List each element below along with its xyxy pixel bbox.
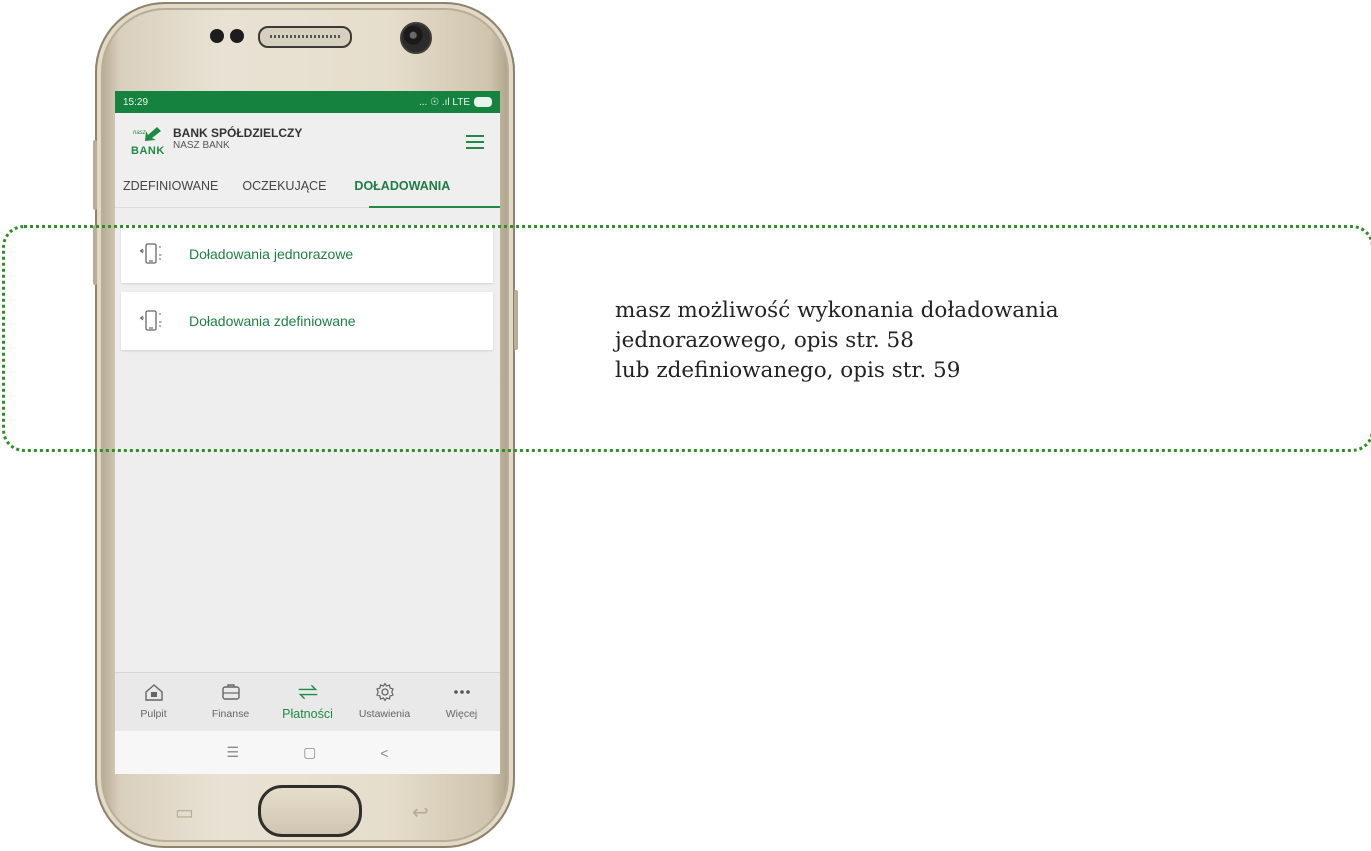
bank-subtitle: NASZ BANK [173, 140, 230, 151]
bank-logo: nasz BANK [131, 125, 171, 157]
earpiece-speaker [258, 26, 352, 48]
nav-finanse[interactable]: Finanse [192, 673, 269, 731]
nav-ustawienia[interactable]: Ustawienia [346, 673, 423, 731]
logo-small-text: nasz [133, 130, 146, 136]
app-header: nasz BANK BANK SPÓŁDZIELCZY NASZ BANK [115, 113, 500, 165]
caption-line-1: masz możliwość wykonania doładowania [615, 298, 1059, 323]
home-button[interactable] [258, 785, 362, 837]
nav-platnosci-label: Płatności [282, 707, 333, 721]
nav-finanse-label: Finanse [211, 708, 250, 720]
android-navigation-bar: ☰ ▢ < [115, 731, 500, 774]
active-tab-indicator [369, 206, 500, 208]
status-bar: 15:29 ... ☉ .ıl LTE [115, 91, 500, 113]
tab-oczekujace[interactable]: OCZEKUJĄCE [236, 179, 332, 193]
tab-doladowania[interactable]: DOŁADOWANIA [348, 179, 456, 193]
status-indicators: ... ☉ .ıl LTE [419, 97, 492, 108]
sensor-dot [230, 29, 244, 43]
nav-platnosci[interactable]: Płatności [269, 673, 346, 731]
caption-line-2: jednorazowego, opis str. 58 [615, 328, 914, 353]
nav-pulpit[interactable]: Pulpit [115, 673, 192, 731]
bottom-navigation: Pulpit Finanse Płatności Ustawienia Więc… [115, 672, 500, 731]
sensor-dot [210, 29, 224, 43]
nav-ustawienia-label: Ustawienia [358, 708, 411, 720]
gear-icon [375, 682, 394, 702]
nav-pulpit-label: Pulpit [140, 708, 167, 720]
front-camera [400, 22, 432, 54]
recents-icon[interactable]: ☰ [227, 744, 240, 761]
recent-apps-icon[interactable]: ▭ [175, 800, 194, 825]
bank-title: BANK SPÓŁDZIELCZY [173, 126, 303, 140]
callout-caption: masz możliwość wykonania doładowania jed… [615, 296, 1059, 386]
volume-button [93, 140, 97, 210]
nav-wiecej-label: Więcej [445, 708, 478, 720]
status-time: 15:29 [123, 96, 149, 108]
logo-word: BANK [131, 145, 165, 157]
transfer-arrows-icon [298, 684, 317, 700]
status-icons: ... ☉ .ıl LTE [418, 96, 470, 108]
wallet-icon [221, 684, 240, 700]
back-chevron-icon[interactable]: < [380, 745, 388, 761]
tab-zdefiniowane[interactable]: ZDEFINIOWANE [117, 179, 224, 193]
home-square-icon[interactable]: ▢ [303, 744, 316, 761]
caption-line-3: lub zdefiniowanego, opis str. 59 [615, 358, 961, 383]
nav-wiecej[interactable]: Więcej [423, 673, 500, 731]
hamburger-menu-icon[interactable] [466, 135, 484, 149]
more-icon [453, 690, 470, 694]
back-icon[interactable]: ↩ [412, 800, 429, 825]
home-icon [144, 684, 163, 701]
payments-tabs: ZDEFINIOWANE OCZEKUJĄCE DOŁADOWANIA [115, 165, 500, 208]
battery-icon [474, 97, 492, 107]
